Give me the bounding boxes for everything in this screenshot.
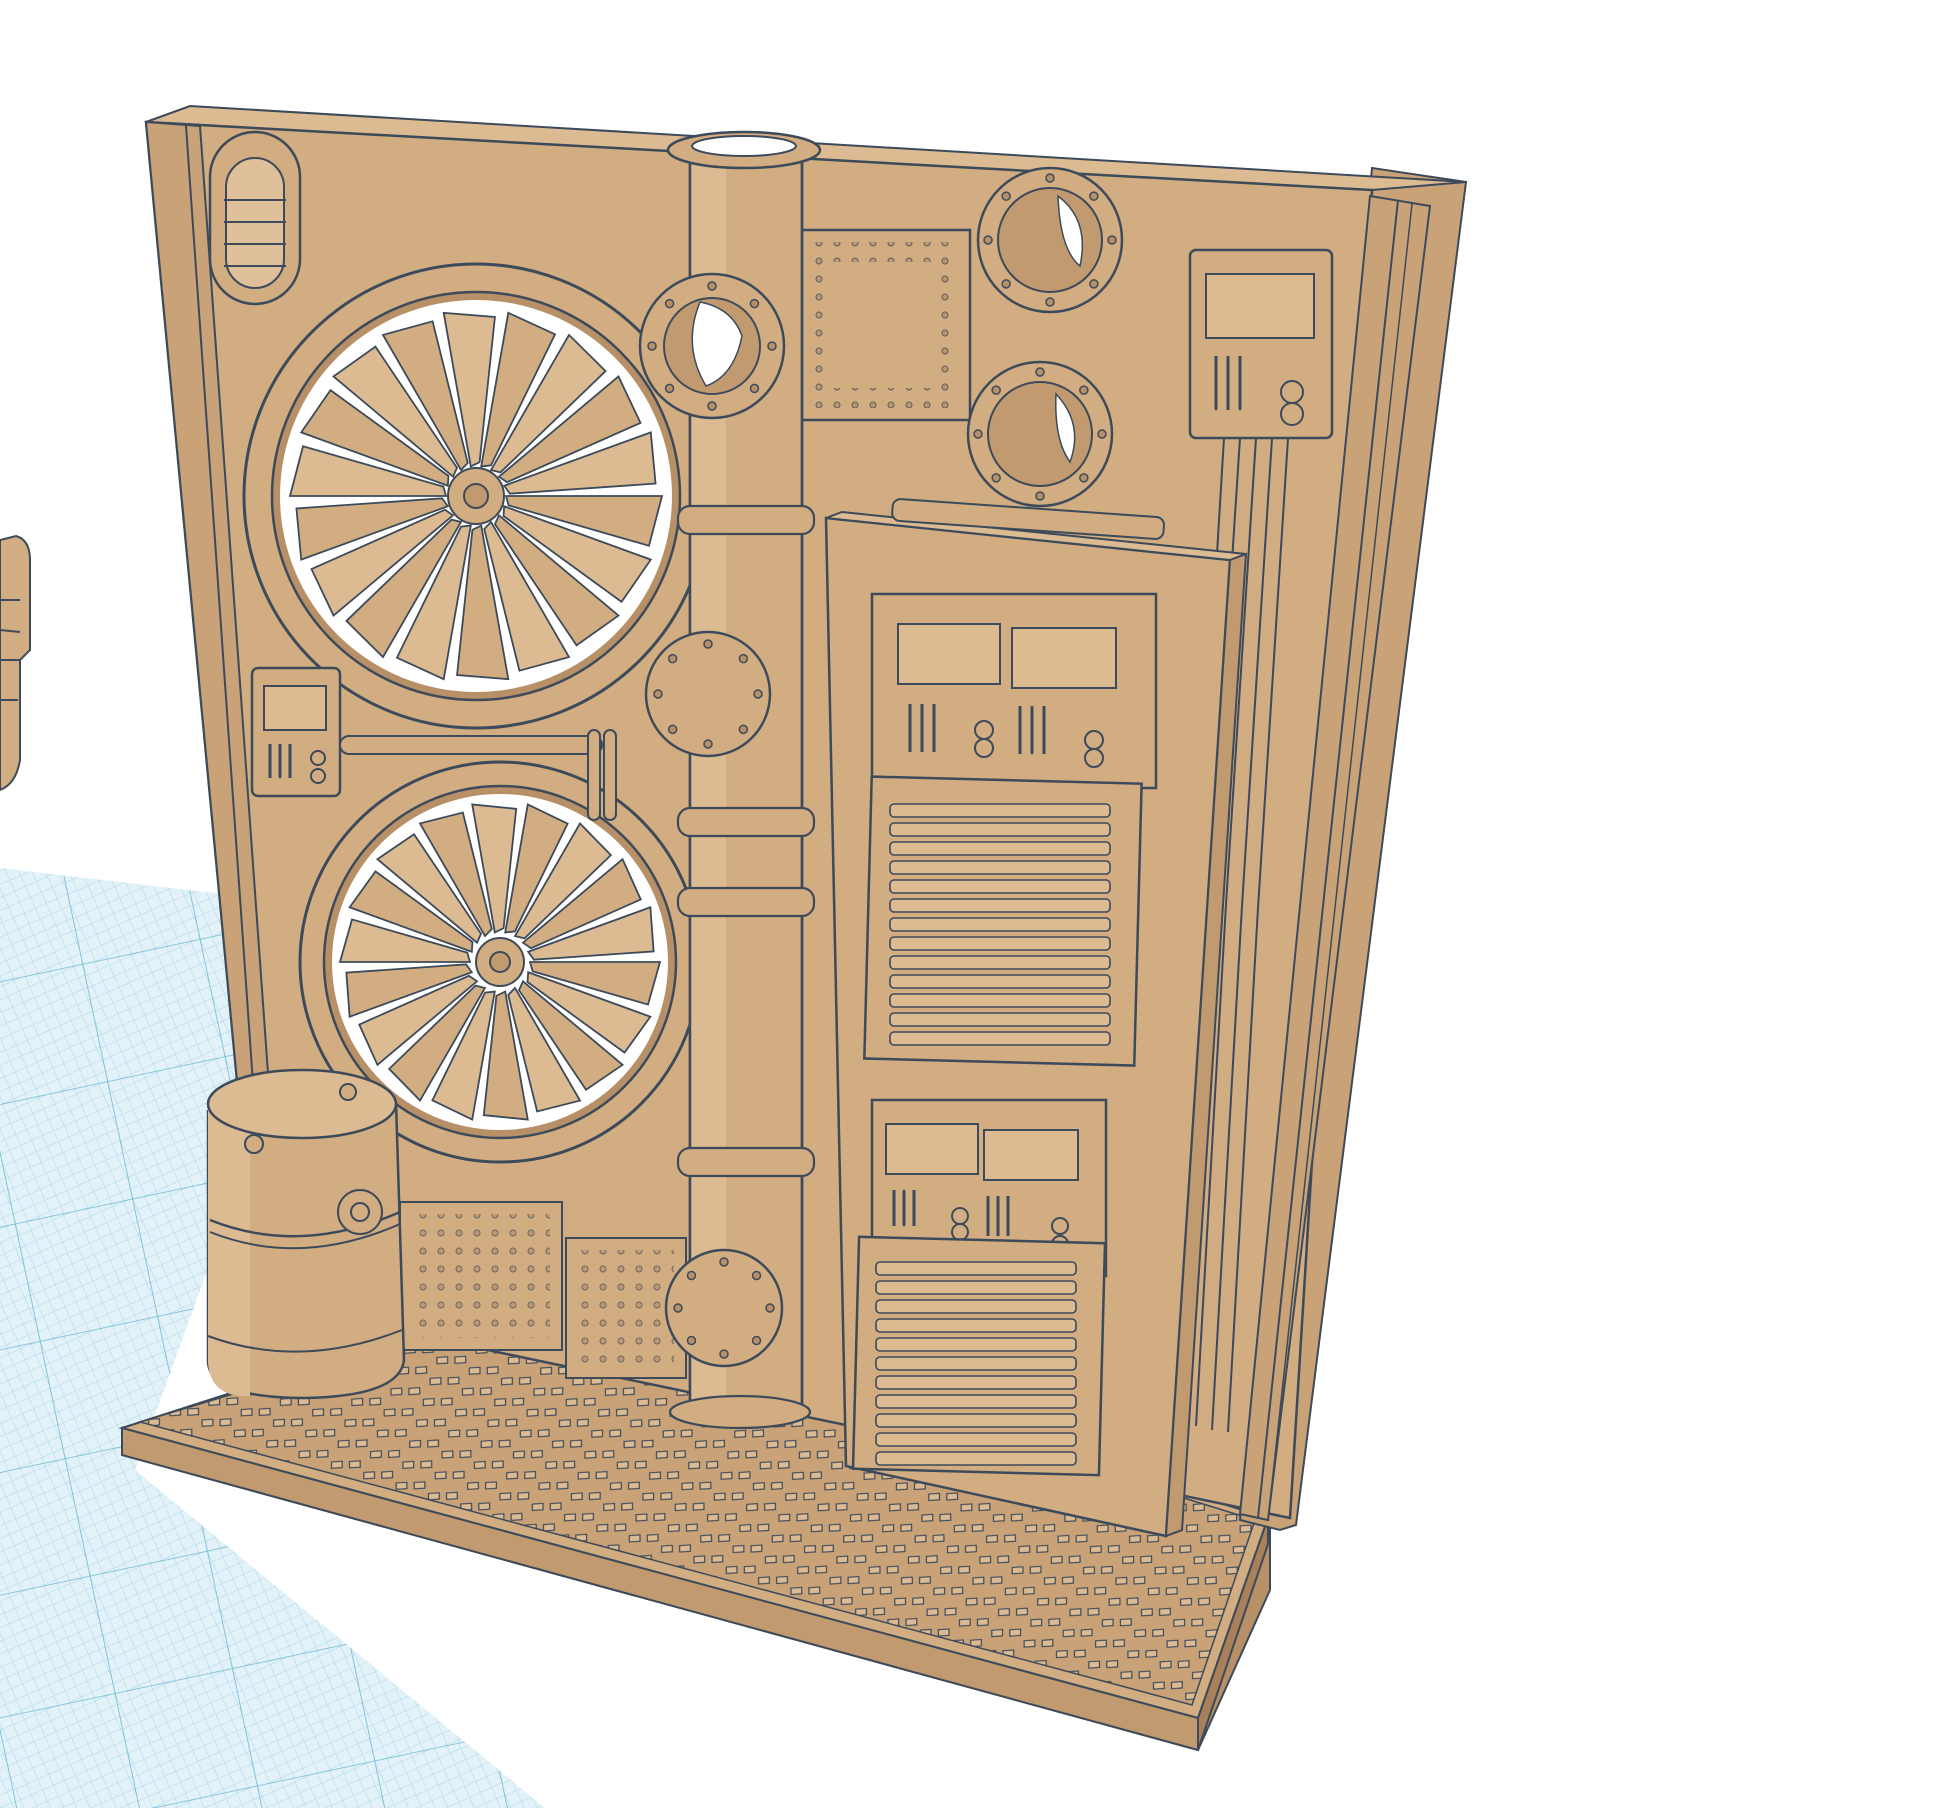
pipe-flange-lower: [664, 1248, 784, 1368]
bolt: [973, 429, 983, 439]
bolt: [707, 401, 717, 411]
bolt: [738, 724, 749, 735]
bolt: [664, 383, 675, 394]
bolt: [1045, 173, 1055, 183]
bolt: [703, 739, 713, 749]
bolt: [751, 1270, 762, 1281]
bolt: [1001, 279, 1011, 289]
offscreen-object[interactable]: [0, 534, 31, 792]
vent-slat: [889, 917, 1111, 932]
bolt: [686, 1335, 697, 1346]
bolt: [667, 724, 678, 735]
pipe-collar: [676, 886, 816, 918]
bolt: [767, 341, 777, 351]
bolt: [653, 689, 663, 699]
bolt: [749, 298, 760, 309]
pipe-collar: [676, 504, 816, 536]
vent-slat: [889, 803, 1111, 818]
pipe-flange-upper: [638, 272, 786, 420]
oil-barrel[interactable]: [206, 1068, 406, 1400]
gear-icon: [337, 1189, 383, 1235]
pipe-base-flange: [668, 1394, 812, 1430]
porthole-lower[interactable]: [966, 360, 1114, 508]
fan-top[interactable]: [242, 262, 710, 730]
bolt: [719, 1349, 729, 1359]
bolt: [751, 1335, 762, 1346]
bolt: [983, 235, 993, 245]
bolt: [686, 1270, 697, 1281]
bolt: [1079, 473, 1089, 483]
bolt: [1045, 297, 1055, 307]
vent-slat: [875, 1280, 1077, 1295]
vent-slat: [889, 936, 1111, 951]
bolt: [673, 1303, 683, 1313]
vent-slat: [875, 1299, 1077, 1314]
vent-slat: [889, 955, 1111, 970]
vent-slat: [889, 879, 1111, 894]
vent-slat: [875, 1318, 1077, 1333]
bolt: [1001, 191, 1011, 201]
gear-icon: [475, 937, 525, 987]
pipe-flange-middle: [644, 630, 772, 758]
bolt: [1097, 429, 1107, 439]
control-box-right[interactable]: [1188, 248, 1334, 440]
vent-slat: [889, 898, 1111, 913]
vent-slat: [889, 974, 1111, 989]
bolt: [719, 1257, 729, 1267]
bolt: [765, 1303, 775, 1313]
vent-slat: [875, 1261, 1077, 1276]
bolt: [1035, 367, 1045, 377]
pipe-collar: [676, 806, 816, 838]
vent-slat: [889, 822, 1111, 837]
vent-slat: [875, 1432, 1077, 1447]
vent-grille-upper[interactable]: [863, 775, 1143, 1067]
bolt: [749, 383, 760, 394]
vent-slat: [875, 1394, 1077, 1409]
meter-panel-upper[interactable]: [870, 592, 1158, 790]
vent-slat: [875, 1451, 1077, 1466]
bolt: [707, 281, 717, 291]
vent-slat: [889, 993, 1111, 1008]
vent-slat: [889, 860, 1111, 875]
vent-slat: [875, 1413, 1077, 1428]
porthole-upper[interactable]: [976, 166, 1124, 314]
bolt: [1089, 279, 1099, 289]
bolt: [667, 653, 678, 664]
bolt: [1107, 235, 1117, 245]
vent-grille-lower[interactable]: [851, 1235, 1107, 1477]
bolt: [647, 341, 657, 351]
bolt: [703, 639, 713, 649]
bolt: [991, 385, 1001, 395]
vent-slat: [875, 1375, 1077, 1390]
3d-scene[interactable]: [0, 0, 1934, 1808]
bolt: [753, 689, 763, 699]
bolt: [1089, 191, 1099, 201]
vent-slat: [875, 1337, 1077, 1352]
3d-viewport[interactable]: [0, 0, 1934, 1808]
vent-slat: [889, 1031, 1111, 1046]
pipe-collar: [676, 1146, 816, 1178]
bolt: [664, 298, 675, 309]
bolt: [738, 653, 749, 664]
bolt: [1079, 385, 1089, 395]
vent-slat: [889, 1012, 1111, 1027]
bolt: [991, 473, 1001, 483]
wall-lamp[interactable]: [208, 130, 302, 306]
bolt: [1035, 491, 1045, 501]
gear-icon: [447, 467, 505, 525]
vent-slat: [875, 1356, 1077, 1371]
vent-slat: [889, 841, 1111, 856]
